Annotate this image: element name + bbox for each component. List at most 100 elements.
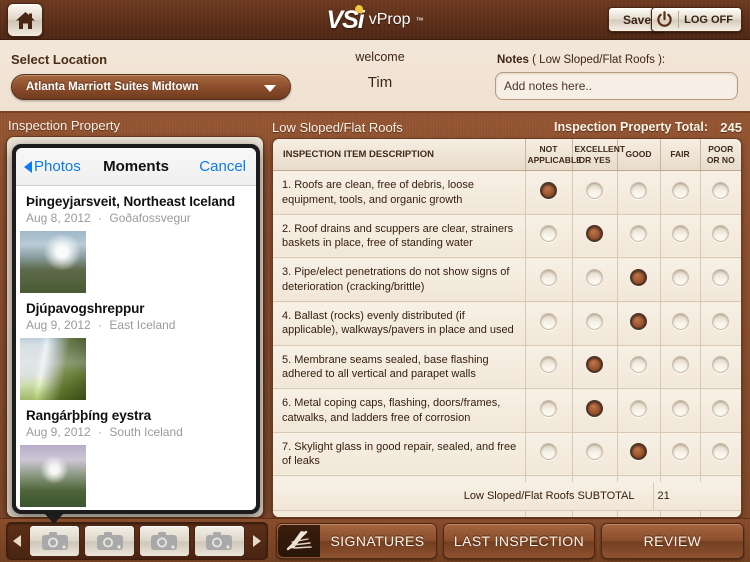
inspection-item-description: 2. Roof drains and scuppers are clear, s… xyxy=(273,214,526,259)
moment-title: Þingeyjarsveit, Northeast Iceland xyxy=(26,194,236,209)
radio-unselected[interactable] xyxy=(671,269,689,287)
radio-unselected[interactable] xyxy=(671,181,689,199)
radio-unselected[interactable] xyxy=(630,399,647,417)
rating-cell[interactable] xyxy=(700,170,741,215)
rating-cell[interactable] xyxy=(525,214,573,259)
signatures-button[interactable]: SIGNATURES xyxy=(276,523,437,559)
rating-cell[interactable] xyxy=(660,301,701,346)
radio-unselected[interactable] xyxy=(671,312,689,330)
radio-unselected[interactable] xyxy=(712,181,730,199)
chevron-down-icon xyxy=(264,85,276,92)
rating-cell[interactable] xyxy=(572,388,618,433)
rating-cell[interactable] xyxy=(617,345,661,390)
photo-thumbnail[interactable] xyxy=(20,445,86,507)
radio-unselected[interactable] xyxy=(630,225,647,243)
rating-cell[interactable] xyxy=(660,257,701,303)
rating-cell[interactable] xyxy=(660,214,701,259)
radio-selected[interactable] xyxy=(586,225,603,243)
rating-cell[interactable] xyxy=(660,345,701,390)
rating-cell[interactable] xyxy=(525,388,573,433)
radio-unselected[interactable] xyxy=(540,225,557,243)
welcome-label: welcome xyxy=(355,50,405,64)
rating-cell[interactable] xyxy=(700,301,741,346)
rating-cell[interactable] xyxy=(660,432,701,477)
rating-cell[interactable] xyxy=(572,345,618,390)
list-item[interactable]: Rangárþþíng eystra Aug 9, 2012 · South I… xyxy=(16,400,256,507)
rating-cell[interactable] xyxy=(572,301,618,346)
rating-cell[interactable] xyxy=(660,170,701,215)
radio-unselected[interactable] xyxy=(671,399,689,417)
rating-cell[interactable] xyxy=(700,388,741,433)
radio-selected[interactable] xyxy=(630,312,647,330)
radio-unselected[interactable] xyxy=(586,269,603,287)
radio-unselected[interactable] xyxy=(712,443,730,461)
photo-slot-4[interactable] xyxy=(193,525,245,557)
rating-cell[interactable] xyxy=(572,214,618,259)
rating-cell[interactable] xyxy=(700,214,741,259)
rating-cell[interactable] xyxy=(525,257,573,303)
photo-slot-1[interactable] xyxy=(29,525,81,557)
radio-selected[interactable] xyxy=(586,356,603,374)
radio-unselected[interactable] xyxy=(586,312,603,330)
radio-unselected[interactable] xyxy=(540,399,557,417)
radio-unselected[interactable] xyxy=(712,356,730,374)
list-item[interactable]: Þingeyjarsveit, Northeast Iceland Aug 8,… xyxy=(16,186,256,293)
photo-next-button[interactable] xyxy=(247,523,267,559)
camera-icon xyxy=(96,532,123,550)
rating-cell[interactable] xyxy=(617,257,661,303)
table-row: 3. Pipe/elect penetrations do not show s… xyxy=(273,257,741,303)
photo-picker-cancel-button[interactable]: Cancel xyxy=(199,158,246,175)
rating-cell[interactable] xyxy=(617,170,661,215)
radio-unselected[interactable] xyxy=(671,225,689,243)
radio-selected[interactable] xyxy=(630,443,647,461)
radio-selected[interactable] xyxy=(586,399,603,417)
logoff-button[interactable]: LOG OFF xyxy=(651,7,742,32)
last-inspection-button[interactable]: LAST INSPECTION xyxy=(443,523,595,559)
photo-thumbnail[interactable] xyxy=(20,231,86,293)
notes-input[interactable] xyxy=(495,72,738,100)
radio-unselected[interactable] xyxy=(671,443,689,461)
rating-cell[interactable] xyxy=(617,388,661,433)
rating-cell[interactable] xyxy=(617,301,661,346)
radio-unselected[interactable] xyxy=(540,312,557,330)
column-header-fair: FAIR xyxy=(660,139,701,172)
rating-cell[interactable] xyxy=(525,432,573,477)
radio-unselected[interactable] xyxy=(671,356,689,374)
radio-unselected[interactable] xyxy=(540,269,557,287)
photo-thumbnail[interactable] xyxy=(20,338,86,400)
radio-unselected[interactable] xyxy=(712,399,730,417)
list-item[interactable]: Djúpavogshreppur Aug 9, 2012 · East Icel… xyxy=(16,293,256,400)
rating-cell[interactable] xyxy=(700,345,741,390)
radio-unselected[interactable] xyxy=(712,269,730,287)
photo-slot-2[interactable] xyxy=(84,525,136,557)
rating-cell[interactable] xyxy=(700,432,741,477)
rating-cell[interactable] xyxy=(572,257,618,303)
photo-slot-3[interactable] xyxy=(139,525,190,557)
radio-unselected[interactable] xyxy=(630,181,647,199)
location-dropdown[interactable]: Atlanta Marriott Suites Midtown xyxy=(11,74,291,100)
rating-cell[interactable] xyxy=(525,170,573,215)
radio-unselected[interactable] xyxy=(586,443,603,461)
rating-cell[interactable] xyxy=(700,257,741,303)
radio-unselected[interactable] xyxy=(586,181,603,199)
radio-unselected[interactable] xyxy=(712,312,730,330)
moment-subtitle: Aug 9, 2012 · East Iceland xyxy=(26,318,256,332)
radio-unselected[interactable] xyxy=(540,356,557,374)
rating-cell[interactable] xyxy=(525,345,573,390)
radio-unselected[interactable] xyxy=(540,443,557,461)
radio-selected[interactable] xyxy=(540,181,557,199)
review-button[interactable]: REVIEW xyxy=(601,523,744,559)
rating-cell[interactable] xyxy=(660,388,701,433)
photo-prev-button[interactable] xyxy=(7,523,27,559)
rating-cell[interactable] xyxy=(572,432,618,477)
rating-cell[interactable] xyxy=(617,432,661,477)
table-header-row: INSPECTION ITEM DESCRIPTION NOT APPLICAB… xyxy=(273,139,741,172)
notes-label: Notes ( Low Sloped/Flat Roofs ): xyxy=(497,54,665,66)
radio-unselected[interactable] xyxy=(630,356,647,374)
rating-cell[interactable] xyxy=(525,301,573,346)
photo-picker-moments-list[interactable]: Þingeyjarsveit, Northeast Iceland Aug 8,… xyxy=(16,186,256,510)
rating-cell[interactable] xyxy=(572,170,618,215)
rating-cell[interactable] xyxy=(617,214,661,259)
radio-unselected[interactable] xyxy=(712,225,730,243)
radio-selected[interactable] xyxy=(630,269,647,287)
